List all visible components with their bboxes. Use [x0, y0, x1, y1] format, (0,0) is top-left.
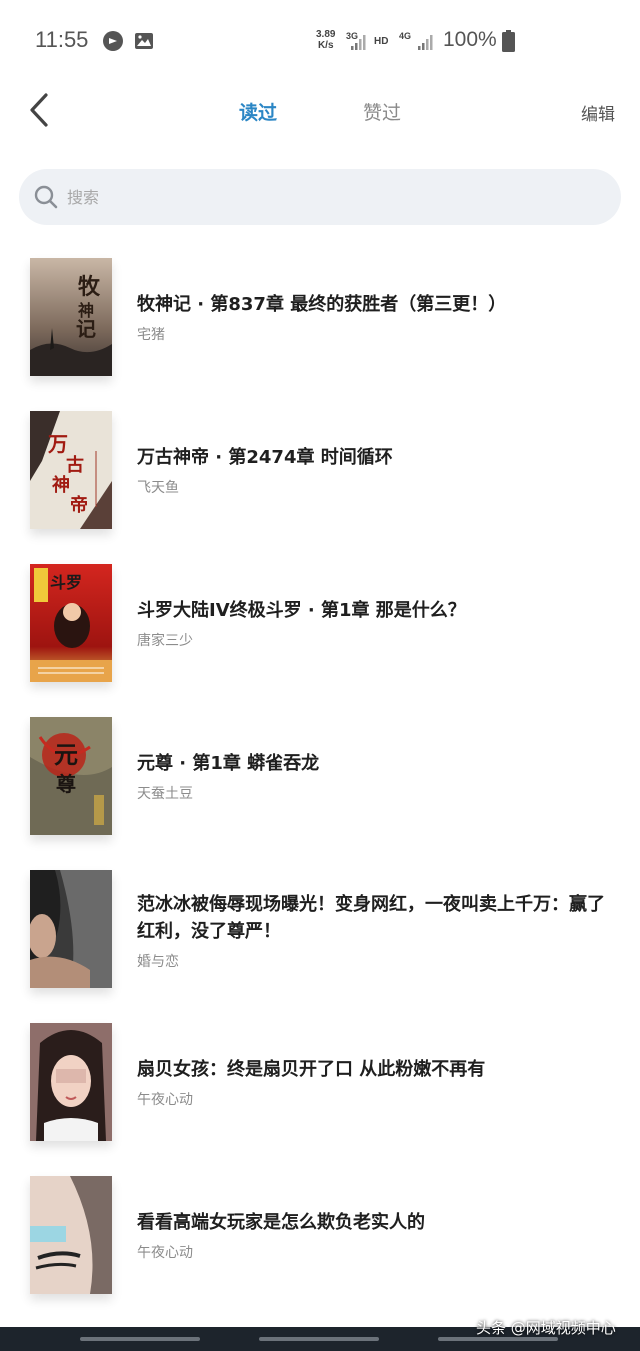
item-text: 扇贝女孩：终是扇贝开了口 从此粉嫩不再有 午夜心动: [137, 1056, 610, 1109]
svg-text:神: 神: [52, 474, 70, 496]
search-bar[interactable]: [19, 169, 621, 225]
net-speed-unit: K/s: [317, 40, 334, 51]
item-title: 斗罗大陆IV终极斗罗 · 第1章 那是什么？: [137, 600, 466, 621]
chevron-left-icon: [30, 93, 48, 127]
status-bar: 11:55 3.89 K/s 3G HD 4G 100%: [0, 0, 640, 82]
item-text: 范冰冰被侮辱现场曝光！变身网红，一夜叫卖上千万：赢了红利，没了尊严！ 婚与恋: [137, 891, 610, 971]
tab-read[interactable]: 读过: [239, 98, 277, 125]
item-title: 看看高端女玩家是怎么欺负老实人的: [137, 1212, 425, 1233]
item-text: 元尊 · 第1章 蟒雀吞龙 天蚕土豆: [137, 750, 610, 803]
battery-percent: 100%: [443, 28, 497, 51]
edit-button[interactable]: 编辑: [581, 100, 615, 125]
item-author: 午夜心动: [137, 1092, 193, 1108]
back-button[interactable]: [24, 90, 54, 130]
book-cover: 元 尊: [30, 717, 112, 835]
item-text: 斗罗大陆IV终极斗罗 · 第1章 那是什么？ 唐家三少: [137, 597, 610, 650]
signal-3g-icon: [351, 35, 366, 50]
search-input[interactable]: [67, 181, 567, 213]
item-author: 飞天鱼: [137, 480, 179, 496]
nav-gesture-pill[interactable]: [259, 1337, 379, 1341]
item-text: 牧神记 · 第837章 最终的获胜者（第三更！） 宅猪: [137, 291, 610, 344]
book-cover: 斗罗: [30, 564, 112, 682]
list-item[interactable]: 牧 神 记 牧神记 · 第837章 最终的获胜者（第三更！） 宅猪: [0, 240, 640, 390]
book-cover: 万 古 神 帝: [30, 411, 112, 529]
item-title: 范冰冰被侮辱现场曝光！变身网红，一夜叫卖上千万：赢了红利，没了尊严！: [137, 894, 605, 942]
message-icon: [103, 31, 123, 51]
svg-text:牧: 牧: [78, 274, 101, 300]
svg-text:尊: 尊: [56, 772, 76, 796]
tab-liked[interactable]: 赞过: [363, 98, 401, 125]
list-item[interactable]: 万 古 神 帝 万古神帝 · 第2474章 时间循环 飞天鱼: [0, 393, 640, 543]
book-cover: 牧 神 记: [30, 258, 112, 376]
item-text: 万古神帝 · 第2474章 时间循环 飞天鱼: [137, 444, 610, 497]
net-speed-value: 3.89: [316, 29, 336, 40]
header: 读过 赞过 编辑: [0, 82, 640, 142]
nav-gesture-pill[interactable]: [80, 1337, 200, 1341]
item-title: 扇贝女孩：终是扇贝开了口 从此粉嫩不再有: [137, 1059, 486, 1080]
thumbnail: [30, 870, 112, 988]
item-author: 唐家三少: [137, 633, 193, 649]
net-4g-label: 4G: [399, 31, 412, 41]
svg-text:元: 元: [54, 740, 78, 769]
signal-4g-icon: [418, 35, 433, 50]
gallery-icon: [135, 33, 153, 49]
svg-text:万: 万: [47, 432, 68, 456]
svg-text:帝: 帝: [70, 494, 88, 516]
list-item[interactable]: 看看高端女玩家是怎么欺负老实人的 午夜心动: [0, 1158, 640, 1308]
battery-icon: [502, 30, 515, 52]
item-author: 宅猪: [137, 327, 165, 343]
hd-label: HD: [374, 36, 389, 47]
thumbnail: [30, 1176, 112, 1294]
list-item[interactable]: 扇贝女孩：终是扇贝开了口 从此粉嫩不再有 午夜心动: [0, 1005, 640, 1155]
search-icon: [34, 185, 58, 209]
thumbnail: [30, 1023, 112, 1141]
net-speed: 3.89 K/s: [316, 29, 335, 51]
item-title: 牧神记 · 第837章 最终的获胜者（第三更！）: [137, 294, 507, 315]
status-time: 11:55: [35, 27, 89, 52]
screen: 11:55 3.89 K/s 3G HD 4G 100% 读过 赞过 编辑 搜索…: [0, 0, 640, 1351]
item-author: 天蚕土豆: [137, 786, 193, 802]
item-author: 午夜心动: [137, 1245, 193, 1261]
item-title: 元尊 · 第1章 蟒雀吞龙: [137, 753, 320, 774]
list-item[interactable]: 斗罗 斗罗大陆IV终极斗罗 · 第1章 那是什么？ 唐家三少: [0, 546, 640, 696]
list-item[interactable]: 范冰冰被侮辱现场曝光！变身网红，一夜叫卖上千万：赢了红利，没了尊严！ 婚与恋: [0, 852, 640, 1002]
svg-text:记: 记: [76, 317, 96, 341]
svg-text:斗罗: 斗罗: [50, 573, 82, 592]
item-text: 看看高端女玩家是怎么欺负老实人的 午夜心动: [137, 1209, 610, 1262]
svg-text:古: 古: [66, 454, 84, 476]
item-author: 婚与恋: [137, 954, 179, 970]
item-title: 万古神帝 · 第2474章 时间循环: [137, 447, 393, 468]
list-item[interactable]: 元 尊 元尊 · 第1章 蟒雀吞龙 天蚕土豆: [0, 699, 640, 849]
watermark: 头条 @网域视频中心: [476, 1319, 616, 1337]
